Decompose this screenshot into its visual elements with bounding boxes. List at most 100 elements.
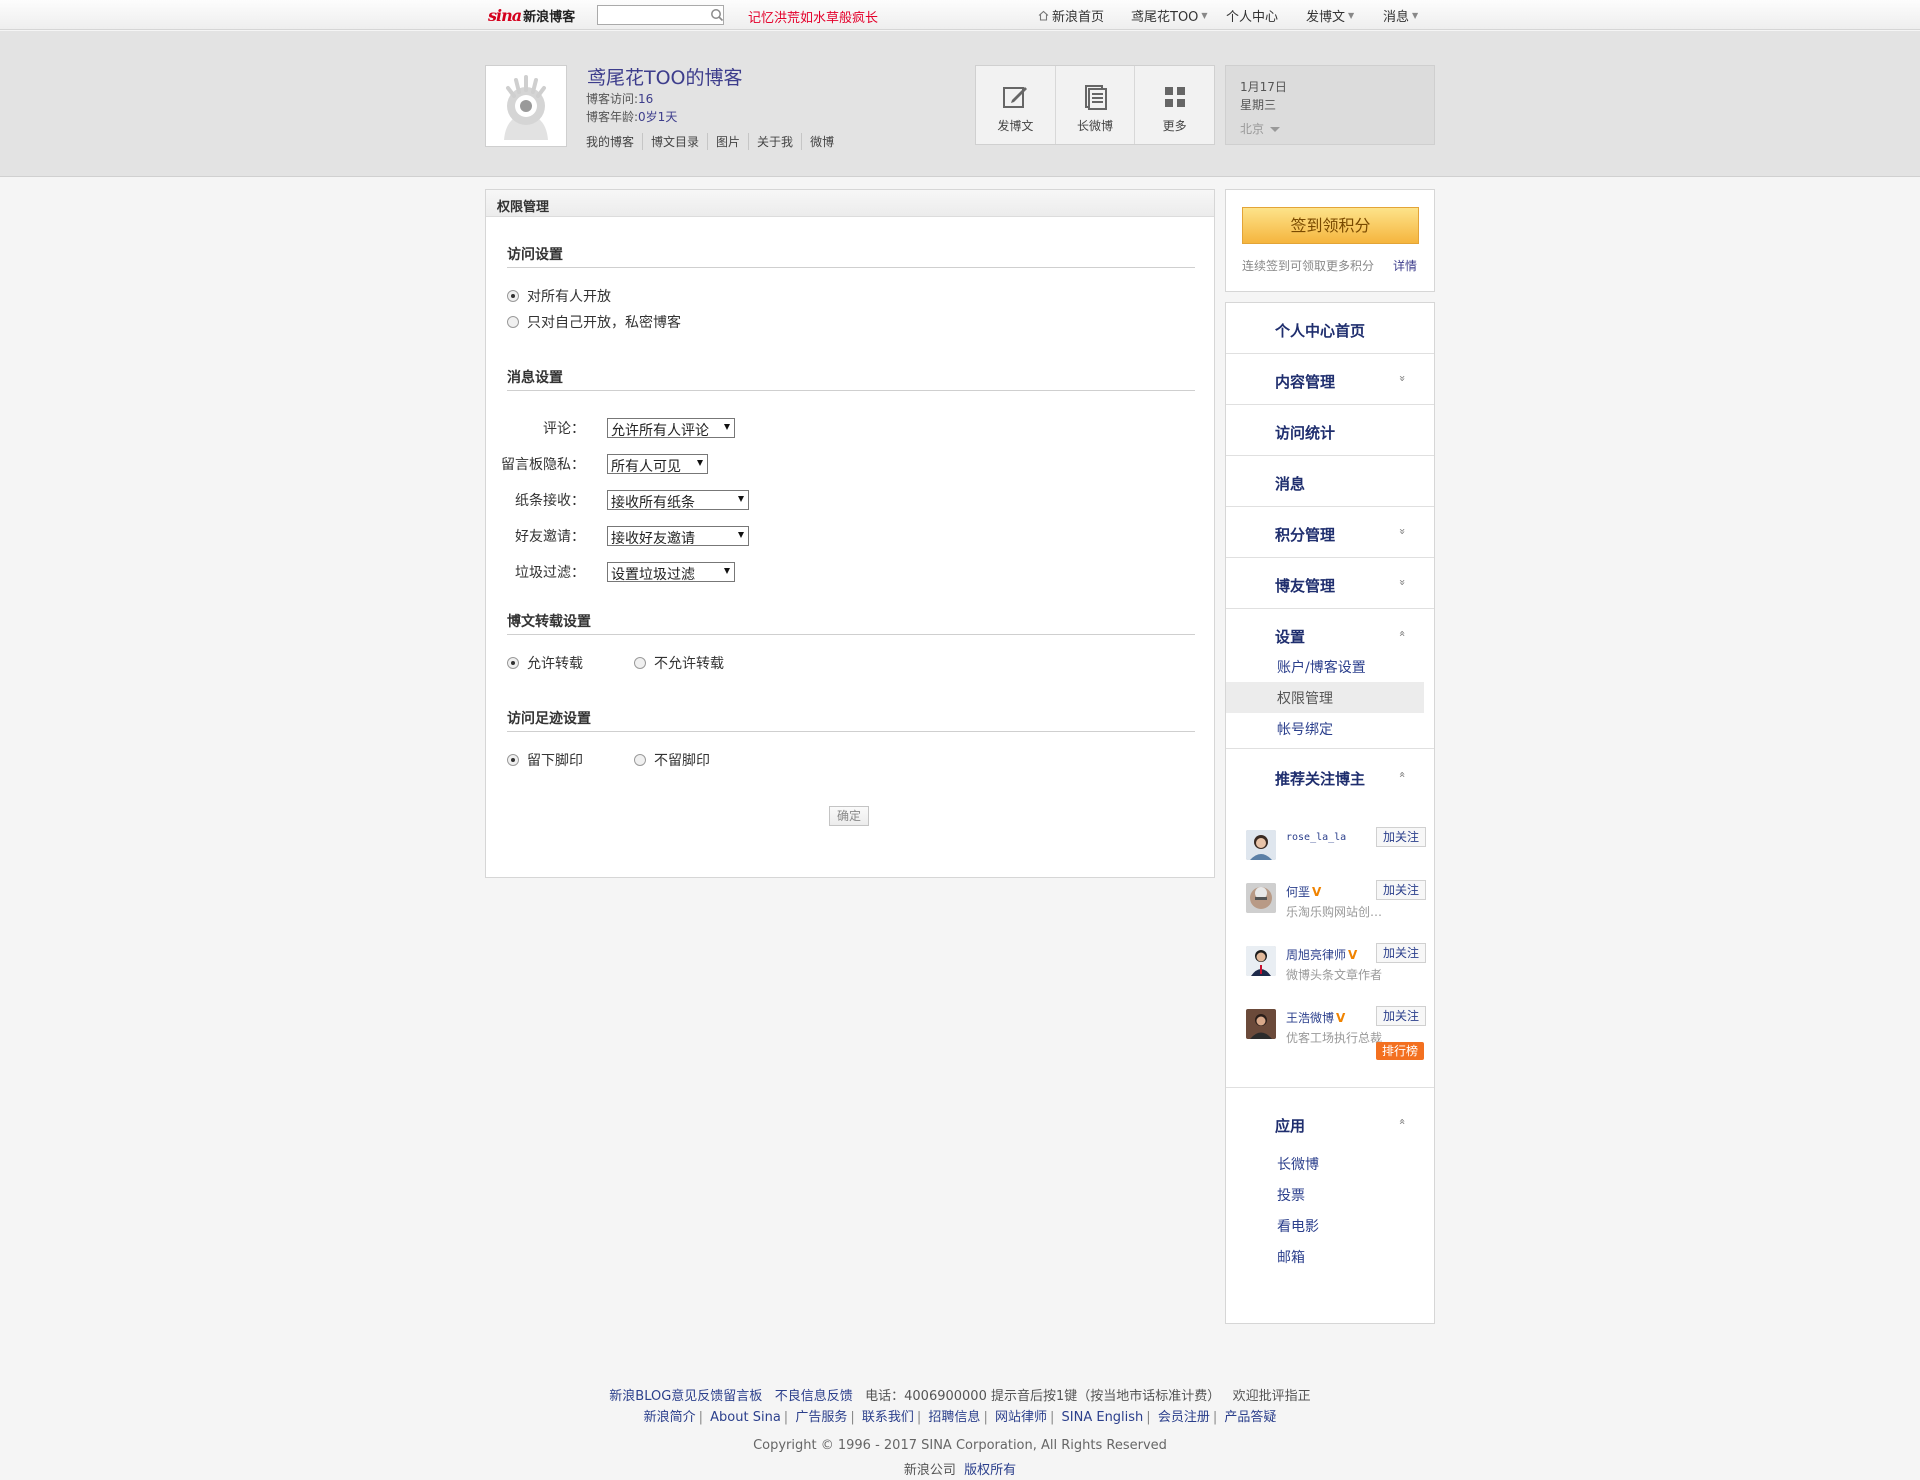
app-long-weibo[interactable]: 长微博: [1226, 1148, 1424, 1179]
caret-down-icon: ▼: [1348, 11, 1355, 20]
recommend-user-name[interactable]: 王浩微博 V: [1286, 1009, 1345, 1026]
recommend-user: 何垩V 乐淘乐购网站创始人... 加关注: [1246, 880, 1426, 933]
sidebar-item-messages[interactable]: 消息: [1226, 456, 1434, 507]
access-option-public[interactable]: 对所有人开放: [507, 286, 611, 306]
sidebar-item-statistics[interactable]: 访问统计: [1226, 405, 1434, 456]
recommend-user-name[interactable]: 何垩 V: [1286, 883, 1321, 900]
sign-in-detail-link[interactable]: 详情: [1393, 257, 1417, 274]
follow-button[interactable]: 加关注: [1376, 880, 1426, 900]
sidebar-sub-permissions[interactable]: 权限管理: [1226, 682, 1424, 713]
nav-user-menu[interactable]: 鸢尾花TOO ▼: [1131, 6, 1208, 25]
nav-sina-home[interactable]: 新浪首页: [1038, 6, 1104, 25]
sidebar-sub-account-binding[interactable]: 帐号绑定: [1226, 713, 1424, 744]
footer-link-register[interactable]: 会员注册: [1158, 1410, 1210, 1425]
sidebar-item-points[interactable]: 积分管理 »: [1226, 507, 1434, 558]
nav-messages[interactable]: 消息 ▼: [1383, 6, 1418, 25]
recommend-bloggers: 推荐关注博主 « rose_la_la 加关注 何垩V 乐淘乐购网站创始人...…: [1226, 750, 1434, 1088]
footer-link-lawyer[interactable]: 网站律师: [995, 1410, 1047, 1425]
search-input[interactable]: [597, 5, 724, 25]
radio-button[interactable]: [507, 290, 519, 302]
note-receive-select[interactable]: 接收所有纸条: [607, 490, 749, 511]
footer-link-ads[interactable]: 广告服务: [795, 1410, 847, 1425]
avatar[interactable]: [1246, 946, 1276, 976]
sina-blog-logo[interactable]: sina 新浪博客: [488, 4, 575, 26]
guestbook-privacy-select[interactable]: 所有人可见: [607, 454, 708, 475]
avatar[interactable]: [1246, 830, 1276, 860]
footer-link-english[interactable]: SINA English: [1062, 1410, 1144, 1425]
nav-post-blog[interactable]: 发博文 ▼: [1306, 6, 1354, 25]
spam-filter-value: 设置垃圾过滤: [611, 567, 695, 583]
sign-in-button[interactable]: 签到领积分: [1242, 207, 1419, 244]
radio-button[interactable]: [634, 754, 646, 766]
footprint-option-leave[interactable]: 留下脚印: [507, 750, 583, 770]
link-pictures[interactable]: 图片: [707, 133, 748, 150]
sidebar-item-friends[interactable]: 博友管理 »: [1226, 558, 1434, 609]
radio-button[interactable]: [507, 657, 519, 669]
app-mail[interactable]: 邮箱: [1226, 1241, 1424, 1272]
spam-filter-select[interactable]: 设置垃圾过滤: [607, 562, 735, 583]
recommend-user-name-text: 何垩: [1286, 885, 1311, 899]
repost-settings-title: 博文转载设置: [507, 611, 1195, 635]
link-blog-index[interactable]: 博文目录: [642, 133, 707, 150]
friend-invite-select[interactable]: 接收好友邀请: [607, 526, 749, 547]
repost-option-deny[interactable]: 不允许转载: [634, 653, 724, 673]
recommend-user-name[interactable]: 周旭亮律师 V: [1286, 946, 1357, 963]
ranking-button[interactable]: 排行榜: [1376, 1042, 1424, 1060]
avatar[interactable]: [1246, 883, 1276, 913]
footprint-option-none[interactable]: 不留脚印: [634, 750, 710, 770]
footer-feedback-link[interactable]: 新浪BLOG意见反馈留言板: [609, 1389, 762, 1404]
apps-title[interactable]: 应用 «: [1226, 1093, 1434, 1143]
tool-long-weibo[interactable]: 长微博: [1054, 66, 1135, 144]
nav-sina-home-label: 新浪首页: [1052, 10, 1105, 25]
footer-link-intro[interactable]: 新浪简介: [644, 1410, 696, 1425]
city-selector[interactable]: 北京: [1240, 120, 1434, 138]
footer-link-jobs[interactable]: 招聘信息: [928, 1410, 980, 1425]
follow-button[interactable]: 加关注: [1376, 943, 1426, 963]
radio-button[interactable]: [634, 657, 646, 669]
friend-invite-label: 好友邀请：: [515, 529, 585, 545]
tool-more[interactable]: 更多: [1134, 66, 1214, 144]
nav-post-blog-label: 发博文: [1306, 10, 1346, 25]
search-icon[interactable]: [710, 8, 724, 22]
recommend-user-name[interactable]: rose_la_la: [1286, 832, 1346, 843]
radio-button[interactable]: [507, 754, 519, 766]
blog-title[interactable]: 鸢尾花TOO的博客: [587, 63, 743, 90]
radio-button[interactable]: [507, 316, 519, 328]
blog-avatar[interactable]: [485, 65, 567, 147]
recommend-title[interactable]: 推荐关注博主 «: [1226, 750, 1434, 800]
sidebar-item-personal-home[interactable]: 个人中心首页: [1226, 303, 1434, 354]
chevron-up-icon: «: [1396, 630, 1410, 637]
friend-invite-value: 接收好友邀请: [611, 531, 695, 547]
tool-post-blog[interactable]: 发博文: [976, 66, 1055, 144]
user-photo-icon: [1246, 1009, 1276, 1039]
app-vote[interactable]: 投票: [1226, 1179, 1424, 1210]
footer-rights-link[interactable]: 版权所有: [964, 1463, 1016, 1478]
access-option-private[interactable]: 只对自己开放，私密博客: [507, 312, 681, 332]
follow-button[interactable]: 加关注: [1376, 1006, 1426, 1026]
sidebar-item-content[interactable]: 内容管理 »: [1226, 354, 1434, 405]
repost-option-allow[interactable]: 允许转载: [507, 653, 583, 673]
link-about-me[interactable]: 关于我: [748, 133, 801, 150]
link-weibo[interactable]: 微博: [801, 133, 842, 150]
recommend-user: 周旭亮律师 V 微博头条文章作者 加关注: [1246, 943, 1426, 996]
user-photo-icon: [1246, 883, 1276, 913]
top-navigation-bar: sina 新浪博客 记忆洪荒如水草般疯长 新浪首页 鸢尾花TOO ▼ 个人中心 …: [0, 0, 1920, 30]
nav-personal-center[interactable]: 个人中心: [1226, 6, 1278, 25]
sidebar-sub-account-settings[interactable]: 账户/博客设置: [1226, 651, 1424, 682]
recommend-user-desc: 优客工场执行总裁: [1286, 1031, 1383, 1045]
link-my-blog[interactable]: 我的博客: [586, 133, 642, 150]
footer-link-contact[interactable]: 联系我们: [862, 1410, 914, 1425]
avatar[interactable]: [1246, 1009, 1276, 1039]
chevron-up-icon: «: [1396, 771, 1410, 778]
comment-select[interactable]: 允许所有人评论: [607, 418, 735, 439]
promo-link[interactable]: 记忆洪荒如水草般疯长: [748, 7, 878, 26]
confirm-button[interactable]: 确定: [829, 806, 869, 826]
edit-icon: [1003, 87, 1028, 108]
footer-link-about[interactable]: About Sina: [710, 1410, 781, 1425]
app-movie[interactable]: 看电影: [1226, 1210, 1424, 1241]
footer-report-link[interactable]: 不良信息反馈: [775, 1389, 853, 1404]
follow-button[interactable]: 加关注: [1376, 827, 1426, 847]
footer-link-faq[interactable]: 产品答疑: [1224, 1410, 1276, 1425]
comment-select-value: 允许所有人评论: [611, 423, 709, 439]
caret-down-icon: [1270, 127, 1281, 132]
